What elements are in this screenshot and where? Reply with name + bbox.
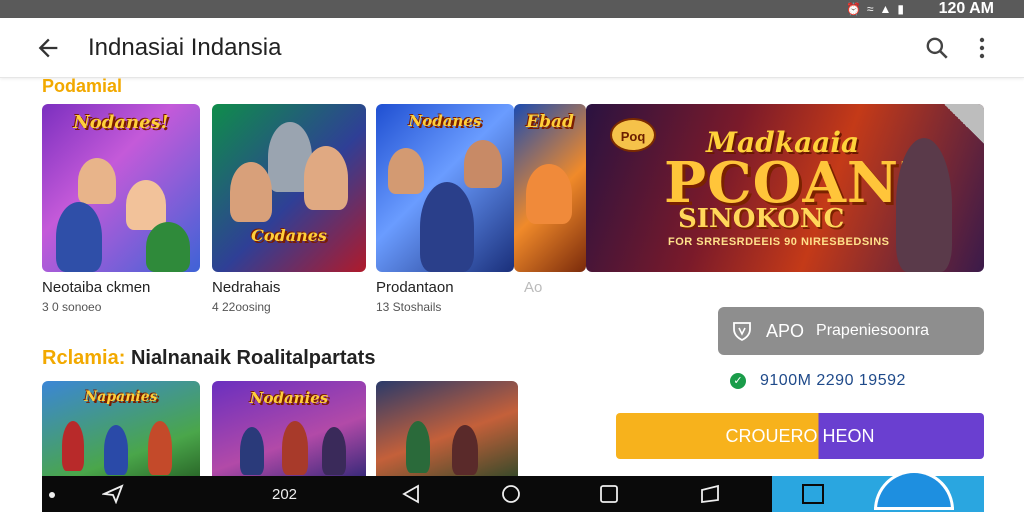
back-icon[interactable] xyxy=(400,484,422,504)
home-icon[interactable] xyxy=(500,484,522,504)
navigation-bar: 202 xyxy=(42,470,984,512)
share-icon[interactable] xyxy=(102,484,124,504)
character-figure xyxy=(420,182,474,272)
card-name[interactable]: Neotaiba ckmen xyxy=(42,279,150,296)
game-thumbnail[interactable]: Napanies xyxy=(42,381,200,476)
promo-label: APO xyxy=(766,320,805,341)
card-name[interactable]: Nedrahais xyxy=(212,279,280,296)
card-art-title: Nodanes! xyxy=(73,112,169,133)
section-title: Podamial xyxy=(42,76,123,96)
section-title-text: Nialnanaik Roalitalpartats xyxy=(130,347,376,369)
character-figure xyxy=(146,222,190,272)
character-figure xyxy=(240,427,264,475)
card-name[interactable]: Ao xyxy=(524,279,542,296)
character-figure xyxy=(230,162,272,222)
app-bar: Indnasiai Indansia xyxy=(0,18,1024,78)
card-name[interactable]: Prodantaon xyxy=(376,279,454,296)
promo-sub-label: Prapeniesoonra xyxy=(816,322,929,339)
section-title: Rclamia: Nialnanaik Roalitalpartats xyxy=(42,347,375,370)
promo-button[interactable]: APO Prapeniesoonra xyxy=(718,307,984,355)
status-bar: ⏰ ≈ ▲ ▮ 120 AM xyxy=(0,0,1024,18)
character-figure xyxy=(148,421,172,475)
card-art-title: Codanes xyxy=(251,226,327,245)
character-figure xyxy=(62,421,84,471)
search-icon[interactable] xyxy=(924,35,950,61)
game-card[interactable]: Nodanes xyxy=(376,104,514,272)
more-vert-icon[interactable] xyxy=(972,35,992,61)
card-art-title: Napanies xyxy=(84,389,158,405)
signal-icon: ▲ xyxy=(879,2,892,16)
shield-icon xyxy=(733,322,751,342)
page-title: Indnasiai Indansia xyxy=(88,34,282,61)
character-figure xyxy=(464,140,502,188)
banner-badge: Poq xyxy=(610,118,656,152)
wifi-icon: ≈ xyxy=(866,2,874,16)
featured-banner[interactable]: Poq Madkaaia PCOANL SINOKONC FOR SRRESRD… xyxy=(586,104,984,272)
dot-icon xyxy=(49,492,55,498)
card-art-title: Ebad xyxy=(526,112,574,132)
alarm-icon: ⏰ xyxy=(845,2,861,16)
card-art-title: Nodanes xyxy=(408,112,482,130)
recents-icon[interactable] xyxy=(598,484,620,504)
character-figure xyxy=(322,427,346,475)
card-art-title: Nodanies xyxy=(249,389,329,407)
status-icons: ⏰ ≈ ▲ ▮ xyxy=(846,0,904,18)
character-figure xyxy=(452,425,478,475)
section-accent: Rclamia: xyxy=(42,347,126,369)
card-meta: 4 22oosing xyxy=(212,300,271,314)
banner-corner-tag xyxy=(944,104,984,144)
banner-line: SINOKONC xyxy=(678,204,845,234)
game-card[interactable]: Codanes xyxy=(212,104,366,272)
verified-row: ✓ 9100M 2290 19592 xyxy=(730,371,906,391)
status-time: 120 AM xyxy=(938,0,994,17)
card-meta: 3 0 sonoeo xyxy=(42,300,102,314)
character-figure xyxy=(56,202,102,272)
character-figure xyxy=(282,421,308,475)
tablet-icon[interactable] xyxy=(700,484,722,504)
character-figure xyxy=(406,421,430,473)
character-figure xyxy=(388,148,424,194)
character-figure xyxy=(78,158,116,204)
character-figure xyxy=(304,146,348,210)
verified-text: 9100M 2290 19592 xyxy=(760,372,906,389)
check-circle-icon: ✓ xyxy=(730,373,746,389)
game-thumbnail[interactable]: Nodanies xyxy=(212,381,366,476)
banner-caption: FOR SRRESRDEEIS 90 NIRESBEDSINS xyxy=(668,236,890,248)
card-meta: 13 Stoshails xyxy=(376,300,442,314)
game-card[interactable]: Nodanes! xyxy=(42,104,200,272)
cta-button[interactable]: CROUERO HEON xyxy=(616,413,984,459)
nav-number: 202 xyxy=(272,486,298,503)
character-figure xyxy=(104,425,128,475)
square-icon[interactable] xyxy=(802,484,824,504)
battery-icon: ▮ xyxy=(897,2,904,16)
back-arrow-icon[interactable] xyxy=(34,34,62,62)
character-figure xyxy=(896,138,952,272)
game-thumbnail[interactable] xyxy=(376,381,518,476)
character-figure xyxy=(526,164,572,224)
game-card[interactable]: Ebad xyxy=(514,104,586,272)
